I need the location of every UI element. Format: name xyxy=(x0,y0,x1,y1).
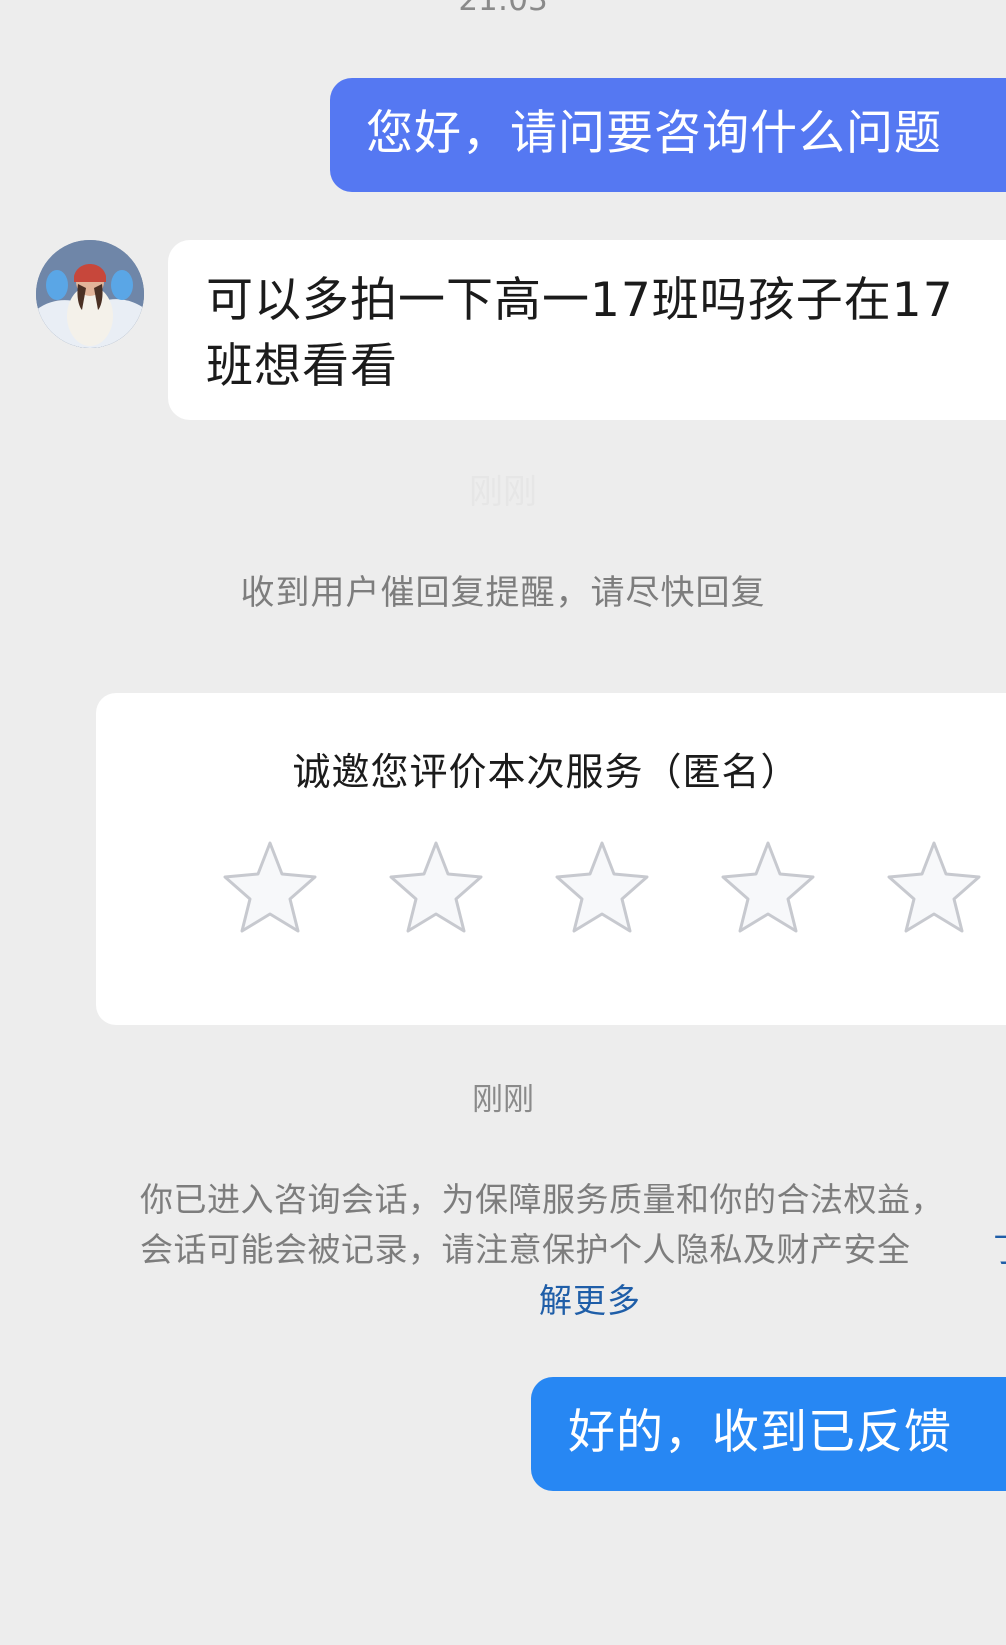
message-timestamp: 刚刚 xyxy=(472,1082,534,1118)
disclaimer-line: 会话可能会被记录，请注意保护个人隐私及财产安全 xyxy=(140,1230,911,1269)
rating-title: 诚邀您评价本次服务（匿名） xyxy=(292,750,800,794)
star-outline-icon xyxy=(555,841,649,933)
disclaimer-line: 你已进入咨询会话，为保障服务质量和你的合法权益， xyxy=(140,1180,944,1219)
message-timestamp: 21:03 xyxy=(458,0,548,18)
learn-more-link-start[interactable]: 了 xyxy=(992,1225,1006,1275)
agent-message-bubble[interactable]: 好的，收到已反馈 xyxy=(531,1377,1006,1491)
avatar-photo-icon xyxy=(36,240,144,348)
star-outline-icon xyxy=(721,841,815,933)
rating-star-5[interactable] xyxy=(884,839,984,935)
privacy-disclaimer: 你已进入咨询会话，为保障服务质量和你的合法权益， 会话可能会被记录，请注意保护个… xyxy=(140,1175,1006,1275)
agent-message-bubble[interactable]: 您好，请问要咨询什么问题 xyxy=(330,78,1006,192)
star-outline-icon xyxy=(887,841,981,933)
service-rating-card: 诚邀您评价本次服务（匿名） xyxy=(96,693,1006,1025)
faint-timestamp: 刚刚 xyxy=(469,472,537,512)
rating-star-1[interactable] xyxy=(220,839,320,935)
user-message-line: 班想看看 xyxy=(206,339,398,394)
learn-more-link[interactable]: 解更多 xyxy=(0,1280,1006,1322)
star-outline-icon xyxy=(223,841,317,933)
reply-reminder-notice: 收到用户催回复提醒，请尽快回复 xyxy=(240,573,766,613)
user-avatar[interactable] xyxy=(36,240,144,348)
rating-star-3[interactable] xyxy=(552,839,652,935)
rating-star-2[interactable] xyxy=(386,839,486,935)
chat-screen: 21:03 您好，请问要咨询什么问题 可以多拍一下高一17班吗孩子在17 班想看… xyxy=(0,0,1006,1645)
user-message-line: 可以多拍一下高一17班吗孩子在17 xyxy=(206,273,954,328)
rating-star-4[interactable] xyxy=(718,839,818,935)
star-outline-icon xyxy=(389,841,483,933)
user-message-bubble[interactable]: 可以多拍一下高一17班吗孩子在17 班想看看 xyxy=(168,240,1006,420)
